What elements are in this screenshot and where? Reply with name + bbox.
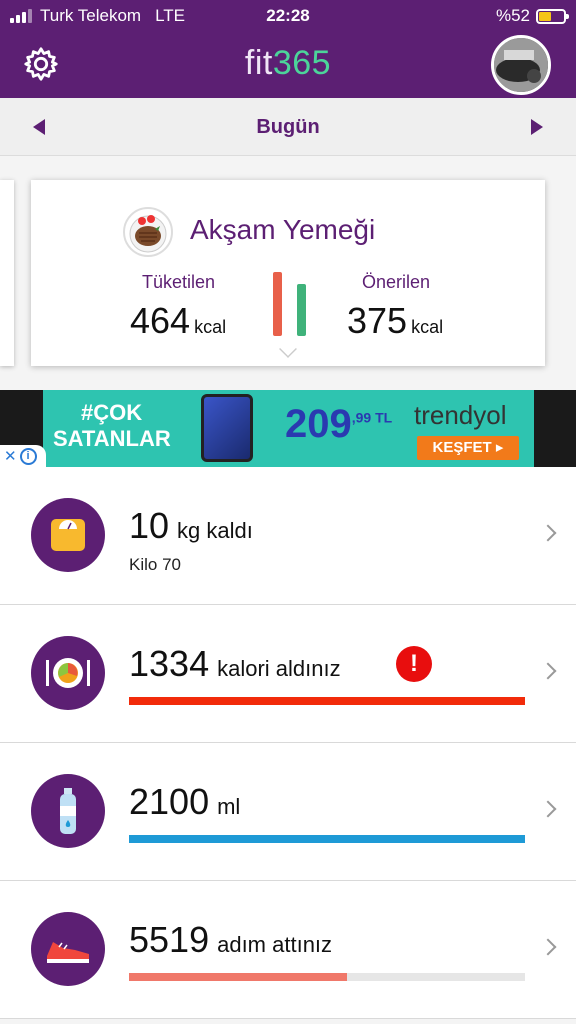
- top-bar: Turk Telekom LTE 22:28 %52 fit365: [0, 0, 576, 98]
- weight-row[interactable]: 10 kg kaldı Kilo 70: [0, 467, 576, 605]
- chevron-down-icon[interactable]: [279, 340, 297, 358]
- water-title: 2100 ml: [129, 781, 240, 823]
- status-bar: Turk Telekom LTE 22:28 %52: [0, 0, 576, 32]
- steps-unit: adım attınız: [217, 932, 333, 957]
- avatar[interactable]: [491, 35, 551, 95]
- status-right: %52: [495, 6, 569, 26]
- ad-banner[interactable]: #ÇOK SATANLAR 209,99 TL trendyol KEŞFET …: [0, 390, 576, 467]
- battery-percent: %52: [495, 6, 530, 25]
- phone-image: [201, 394, 253, 462]
- recommended-label: Önerilen: [362, 272, 431, 292]
- calories-title: 1334 kalori aldınız: [129, 643, 341, 685]
- steps-title: 5519 adım attınız: [129, 919, 332, 961]
- avatar-photo: [494, 38, 548, 92]
- summary-list: 10 kg kaldı Kilo 70 1334 kalori aldınız !: [0, 467, 576, 1019]
- ad-cta-label: KEŞFET: [432, 439, 492, 456]
- calories-progress-fill: [129, 697, 525, 705]
- info-icon[interactable]: i: [19, 447, 37, 465]
- date-label[interactable]: Bugün: [0, 116, 576, 139]
- meal-title: Akşam Yemeği: [190, 214, 376, 245]
- ad-brand: trendyol: [414, 400, 507, 430]
- water-unit: ml: [217, 794, 241, 819]
- status-time: 22:28: [266, 6, 310, 25]
- logo-text-365: 365: [272, 44, 332, 82]
- meal-card[interactable]: Akşam Yemeği Tüketilen 464 kcal Önerilen …: [31, 180, 545, 366]
- calories-unit: kalori aldınız: [217, 656, 341, 681]
- weight-subtitle: Kilo 70: [129, 555, 181, 574]
- app-logo: fit365: [0, 44, 576, 83]
- close-icon[interactable]: ✕: [4, 447, 17, 465]
- ad-tagline-1: #ÇOK: [81, 400, 143, 425]
- ad-cta-button[interactable]: KEŞFET ▸: [417, 436, 519, 460]
- water-progress-fill: [129, 835, 525, 843]
- ad-price: 209,99 TL: [285, 402, 392, 447]
- sneaker-icon: [31, 912, 105, 986]
- chevron-right-icon[interactable]: [539, 524, 557, 542]
- ad-currency: TL: [375, 409, 393, 426]
- plate-icon: [31, 636, 105, 710]
- logo-text-fit: fit: [244, 44, 273, 82]
- battery-icon: [536, 8, 569, 24]
- water-progress: [129, 835, 525, 843]
- weight-unit: kg kaldı: [177, 518, 253, 543]
- ad-price-cents: ,99: [351, 409, 372, 426]
- ad-creative[interactable]: #ÇOK SATANLAR 209,99 TL trendyol KEŞFET …: [43, 390, 534, 467]
- calories-row[interactable]: 1334 kalori aldınız !: [0, 605, 576, 743]
- ad-price-main: 209: [285, 402, 352, 446]
- recommended-unit: kcal: [411, 317, 444, 337]
- calories-progress: [129, 697, 525, 705]
- chevron-right-icon[interactable]: [539, 662, 557, 680]
- recommended-number: 375: [347, 300, 408, 341]
- steps-value: 5519: [129, 919, 210, 960]
- water-value: 2100: [129, 781, 210, 822]
- water-bottle-icon: [31, 774, 105, 848]
- consumed-bar: [273, 272, 282, 336]
- app: Turk Telekom LTE 22:28 %52 fit365 Bugün …: [0, 0, 576, 1024]
- consumed-number: 464: [130, 300, 191, 341]
- app-header: fit365: [0, 32, 576, 98]
- previous-meal-card[interactable]: [0, 180, 14, 366]
- ad-tagline-2: SATANLAR: [53, 426, 171, 451]
- steps-progress-fill: [129, 973, 347, 981]
- consumed-label: Tüketilen: [142, 272, 216, 292]
- consumed-value: 464 kcal: [130, 300, 226, 342]
- ad-choices[interactable]: ✕ i: [0, 445, 46, 467]
- weight-value: 10: [129, 505, 170, 546]
- consumed-unit: kcal: [194, 317, 227, 337]
- meal-carousel[interactable]: Akşam Yemeği Tüketilen 464 kcal Önerilen …: [0, 156, 576, 390]
- ad-tagline: #ÇOK SATANLAR: [53, 400, 171, 452]
- chevron-right-icon[interactable]: [539, 938, 557, 956]
- scale-icon: [31, 498, 105, 572]
- steps-progress: [129, 973, 525, 981]
- chevron-right-icon[interactable]: [539, 800, 557, 818]
- calories-value: 1334: [129, 643, 210, 684]
- recommended-bar: [297, 284, 306, 336]
- alert-icon[interactable]: !: [396, 646, 432, 682]
- triangle-right-icon[interactable]: [531, 119, 543, 135]
- recommended-value: 375 kcal: [347, 300, 443, 342]
- water-row[interactable]: 2100 ml: [0, 743, 576, 881]
- steps-row[interactable]: 5519 adım attınız: [0, 881, 576, 1019]
- date-navigator: Bugün: [0, 98, 576, 156]
- weight-title: 10 kg kaldı: [129, 505, 253, 547]
- steak-plate-icon: [123, 207, 173, 257]
